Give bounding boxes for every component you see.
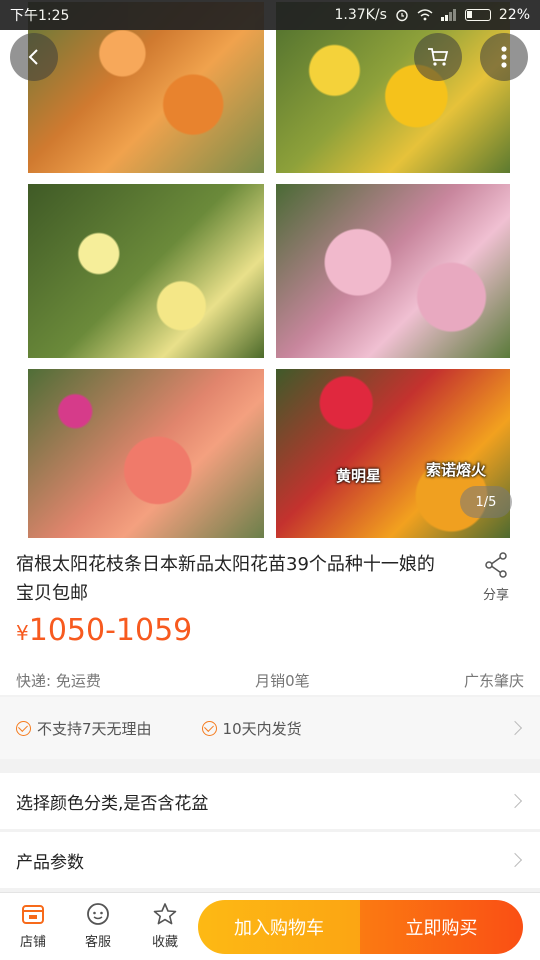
photo-label-2: 索诺熔火 [426, 461, 487, 479]
product-info: 宿根太阳花枝条日本新品太阳花苗39个品种十一娘的宝贝包邮 分享 ¥1050-10… [0, 540, 540, 695]
select-color-label: 选择颜色分类,是否含花盆 [16, 793, 209, 814]
network-speed: 1.37K/s [334, 7, 387, 23]
photo-grid: 黄明星 索诺熔火 [26, 0, 514, 540]
seller-location: 广东肇庆 [463, 672, 524, 690]
more-options-button[interactable] [480, 33, 528, 81]
signal-icon [440, 9, 456, 21]
guarantee-label: 10天内发货 [222, 719, 302, 738]
chevron-right-icon [507, 852, 523, 868]
chevron-left-icon [28, 49, 38, 65]
wifi-icon [417, 9, 433, 21]
shop-button[interactable]: 店铺 [8, 901, 58, 950]
chat-face-icon [85, 901, 111, 927]
status-bar: 下午1:25 1.37K/s 22% [0, 0, 540, 30]
product-price: ¥1050-1059 [16, 613, 192, 648]
product-params-row[interactable]: 产品参数 [0, 832, 540, 888]
select-color-row[interactable]: 选择颜色分类,是否含花盆 [0, 773, 540, 829]
gallery-page-indicator: 1/5 [460, 486, 512, 518]
bottom-action-bar: 店铺 客服 收藏 加入购物车 立即购买 [0, 892, 540, 960]
guarantee-label: 不支持7天无理由 [37, 719, 152, 738]
product-title: 宿根太阳花枝条日本新品太阳花苗39个品种十一娘的宝贝包邮 [16, 554, 435, 604]
add-to-cart-button[interactable]: 加入购物车 [198, 900, 360, 954]
price-symbol: ¥ [16, 621, 29, 645]
photo-pale-yellow-flowers [26, 182, 266, 360]
battery-icon [464, 9, 491, 21]
photo-salmon-flowers [26, 367, 266, 540]
chevron-right-icon [507, 793, 523, 809]
cart-icon [428, 48, 449, 66]
alarm-icon [396, 9, 408, 22]
share-label: 分享 [482, 588, 509, 603]
favorite-button[interactable]: 收藏 [140, 901, 190, 950]
product-image-gallery[interactable]: 黄明星 索诺熔火 1/5 [0, 0, 540, 540]
monthly-sales: 月销0笔 [255, 672, 310, 690]
shipping-info: 快递: 免运费 [16, 672, 101, 690]
chevron-right-icon [507, 720, 523, 736]
check-circle-icon [201, 720, 217, 736]
share-icon [485, 552, 507, 578]
shop-label: 店铺 [19, 935, 46, 950]
product-params-label: 产品参数 [16, 852, 84, 873]
back-button[interactable] [10, 33, 58, 81]
cart-button[interactable] [414, 33, 462, 81]
guarantee-item: 10天内发货 [201, 718, 302, 739]
service-label: 客服 [84, 935, 111, 950]
star-icon [152, 901, 178, 927]
photo-label-1: 黄明星 [336, 467, 382, 485]
check-circle-icon [16, 720, 31, 736]
shop-icon [20, 901, 46, 927]
share-button[interactable]: 分享 [476, 552, 516, 603]
price-value: 1050-1059 [28, 613, 193, 648]
status-right: 1.37K/s 22% [335, 7, 531, 23]
photo-pink-flowers [274, 182, 512, 360]
more-vertical-icon [501, 46, 507, 68]
service-guarantees[interactable]: 不支持7天无理由 10天内发货 [0, 697, 540, 759]
buy-now-button[interactable]: 立即购买 [360, 900, 523, 954]
guarantee-item: 不支持7天无理由 [16, 718, 152, 739]
product-detail-page: 黄明星 索诺熔火 1/5 下午1:25 1.37K/s 22% 宿根太阳花枝条日… [0, 0, 540, 960]
product-meta: 快递: 免运费 月销0笔 广东肇庆 [16, 670, 524, 691]
battery-level: 22% [498, 7, 530, 23]
favorite-label: 收藏 [151, 935, 178, 950]
status-time: 下午1:25 [10, 8, 70, 24]
customer-service-button[interactable]: 客服 [73, 901, 123, 950]
